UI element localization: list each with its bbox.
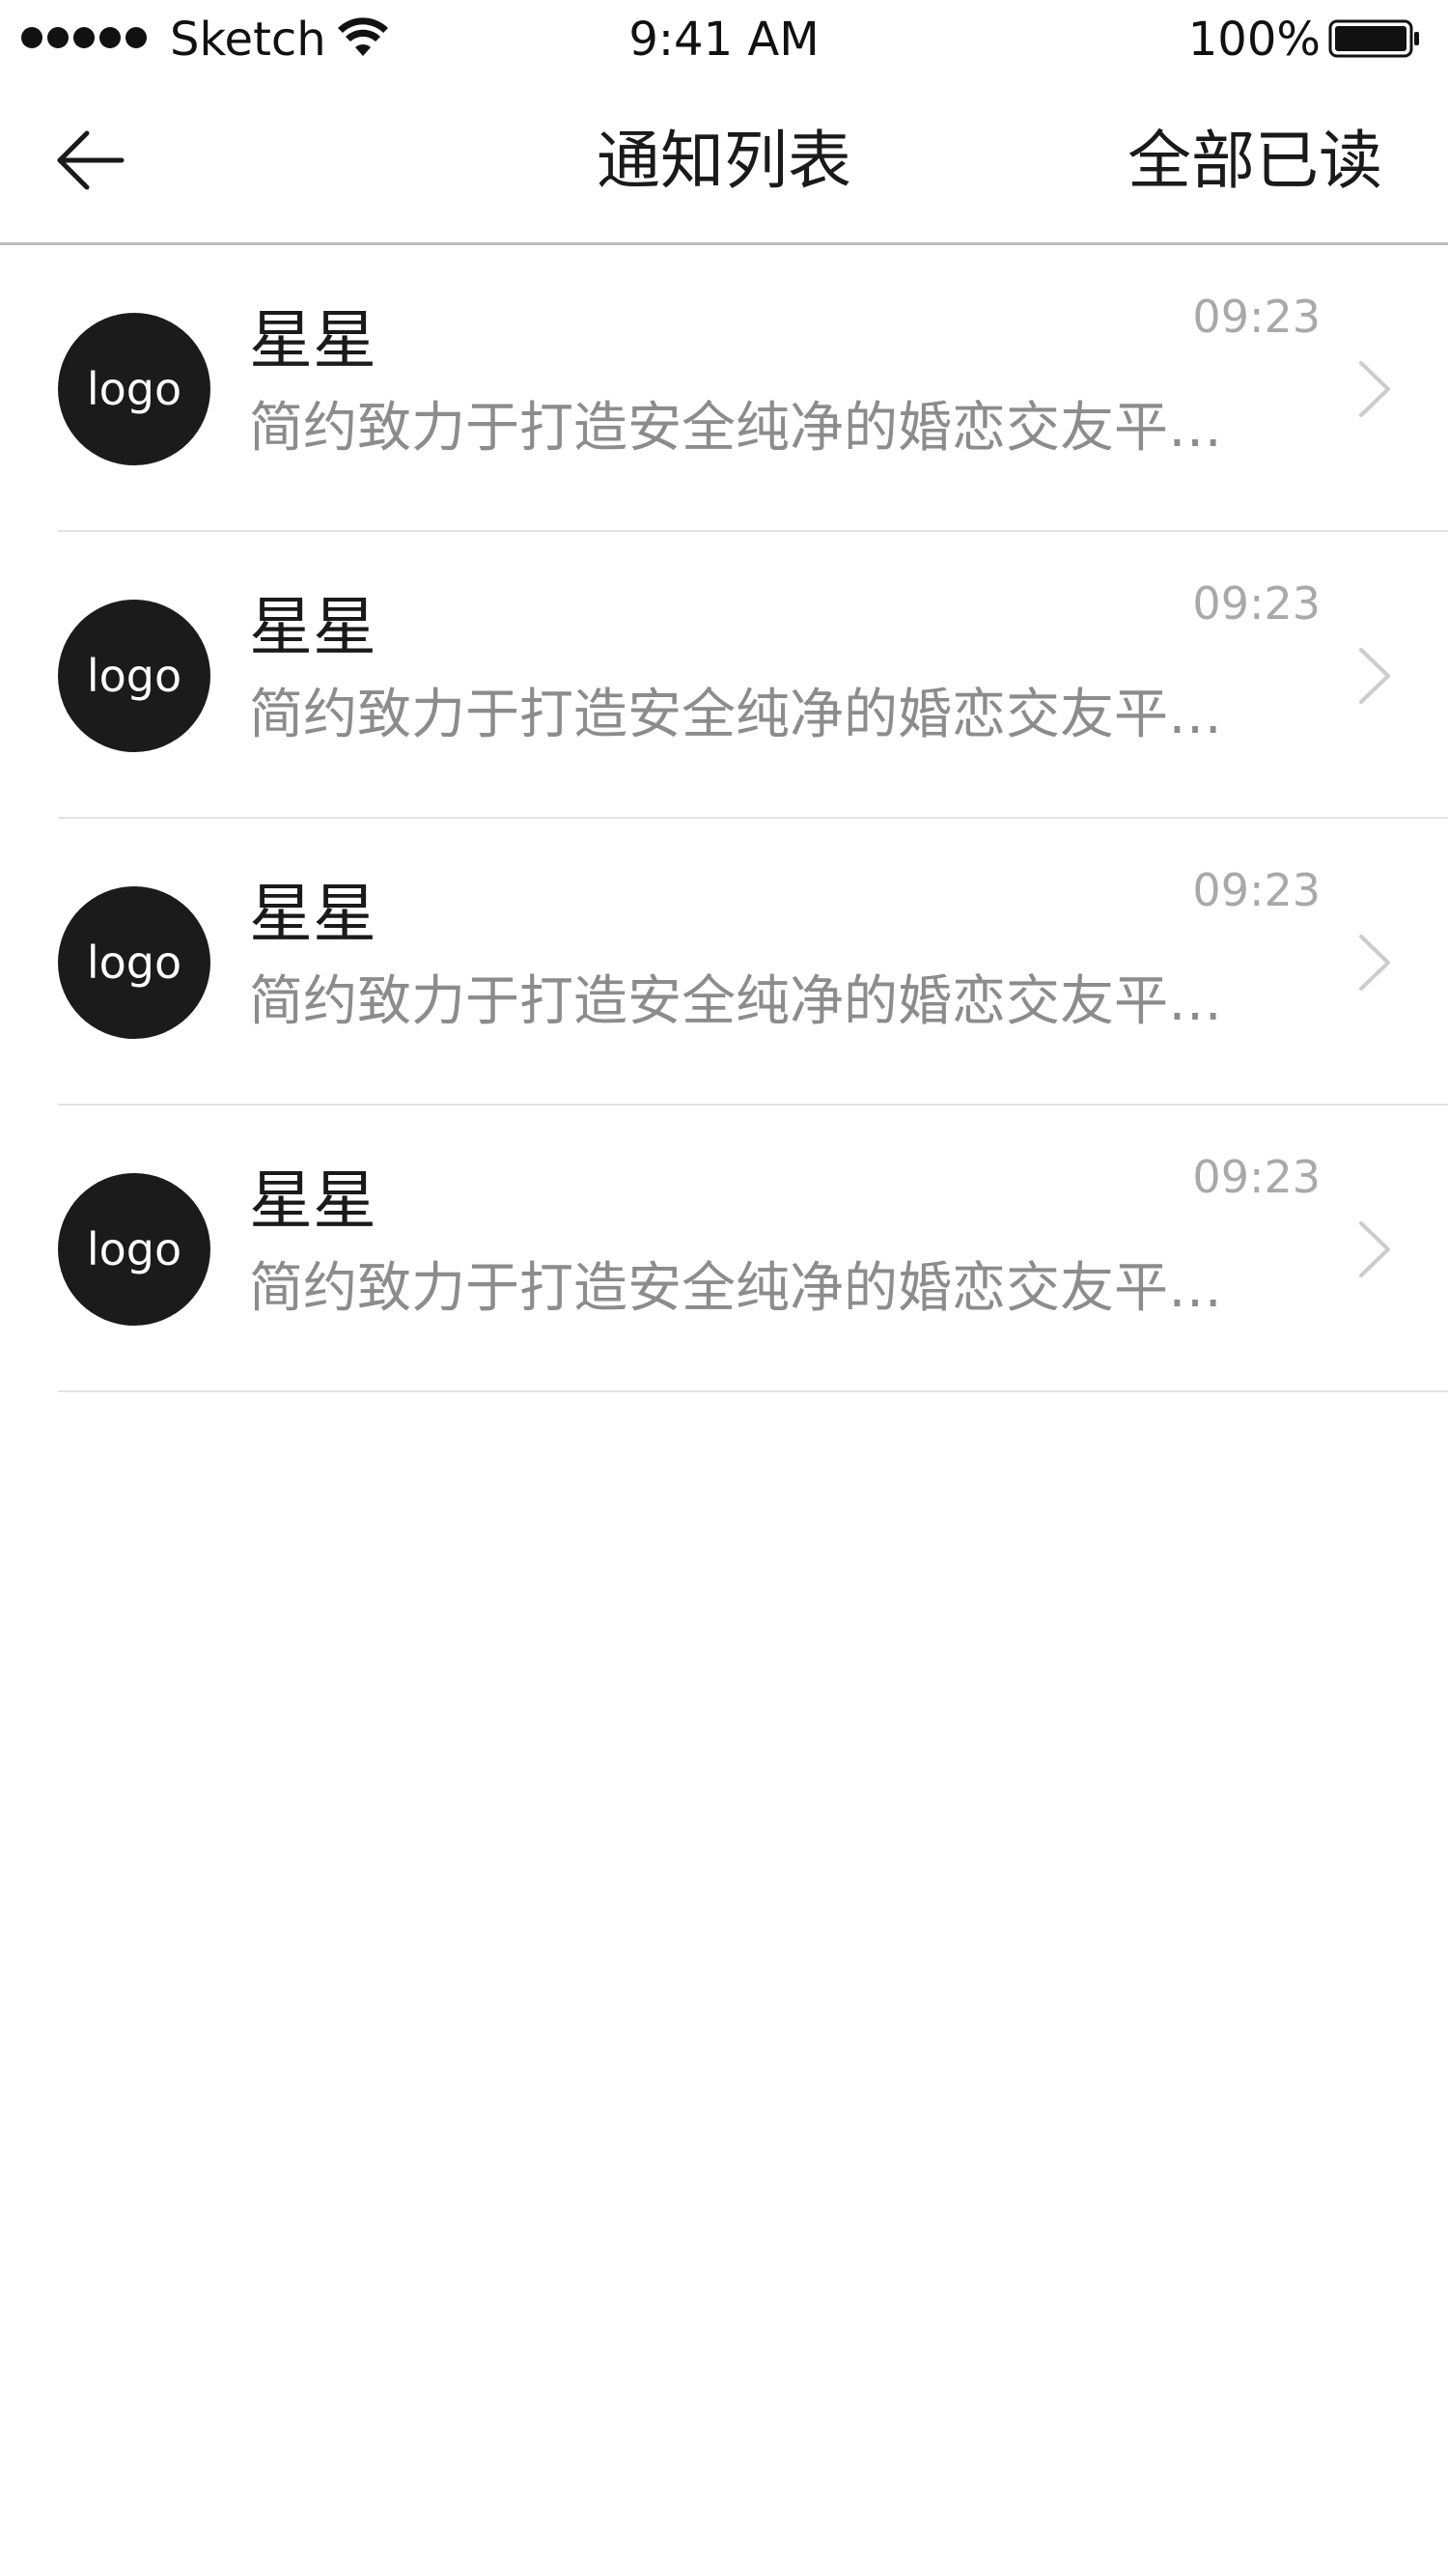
avatar: logo [58, 1173, 210, 1326]
notification-preview: 简约致力于打造安全纯净的婚恋交友平台... [249, 684, 1272, 746]
notification-sender: 星星 [249, 1163, 376, 1238]
chevron-right-icon [1359, 935, 1390, 991]
avatar: logo [58, 600, 210, 752]
notification-sender: 星星 [249, 590, 376, 664]
notification-item[interactable]: logo 星星 09:23 简约致力于打造安全纯净的婚恋交友平台... [0, 532, 1448, 819]
notification-item[interactable]: logo 星星 09:23 简约致力于打造安全纯净的婚恋交友平台... [0, 1106, 1448, 1392]
notification-preview: 简约致力于打造安全纯净的婚恋交友平台... [249, 970, 1272, 1033]
avatar: logo [58, 886, 210, 1039]
notification-preview: 简约致力于打造安全纯净的婚恋交友平台... [249, 397, 1272, 460]
notification-time: 09:23 [1192, 1151, 1321, 1203]
battery-percent: 100% [1187, 13, 1321, 67]
notification-time: 09:23 [1192, 577, 1321, 630]
notification-item[interactable]: logo 星星 09:23 简约致力于打造安全纯净的婚恋交友平台... [0, 245, 1448, 532]
avatar: logo [58, 313, 210, 465]
chevron-right-icon [1359, 648, 1390, 704]
chevron-right-icon [1359, 1221, 1390, 1277]
nav-bar: 通知列表 全部已读 [0, 81, 1448, 245]
notification-time: 09:23 [1192, 864, 1321, 916]
status-bar: Sketch 9:41 AM 100% [0, 0, 1448, 81]
mark-all-read-button[interactable]: 全部已读 [1128, 118, 1382, 205]
notification-sender: 星星 [249, 877, 376, 951]
chevron-right-icon [1359, 361, 1390, 417]
notification-item[interactable]: logo 星星 09:23 简约致力于打造安全纯净的婚恋交友平台... [0, 819, 1448, 1106]
notification-preview: 简约致力于打造安全纯净的婚恋交友平台... [249, 1257, 1272, 1320]
notification-list: logo 星星 09:23 简约致力于打造安全纯净的婚恋交友平台... logo… [0, 245, 1448, 1392]
notification-time: 09:23 [1192, 291, 1321, 343]
battery-icon [1328, 19, 1419, 58]
notification-sender: 星星 [249, 303, 376, 378]
